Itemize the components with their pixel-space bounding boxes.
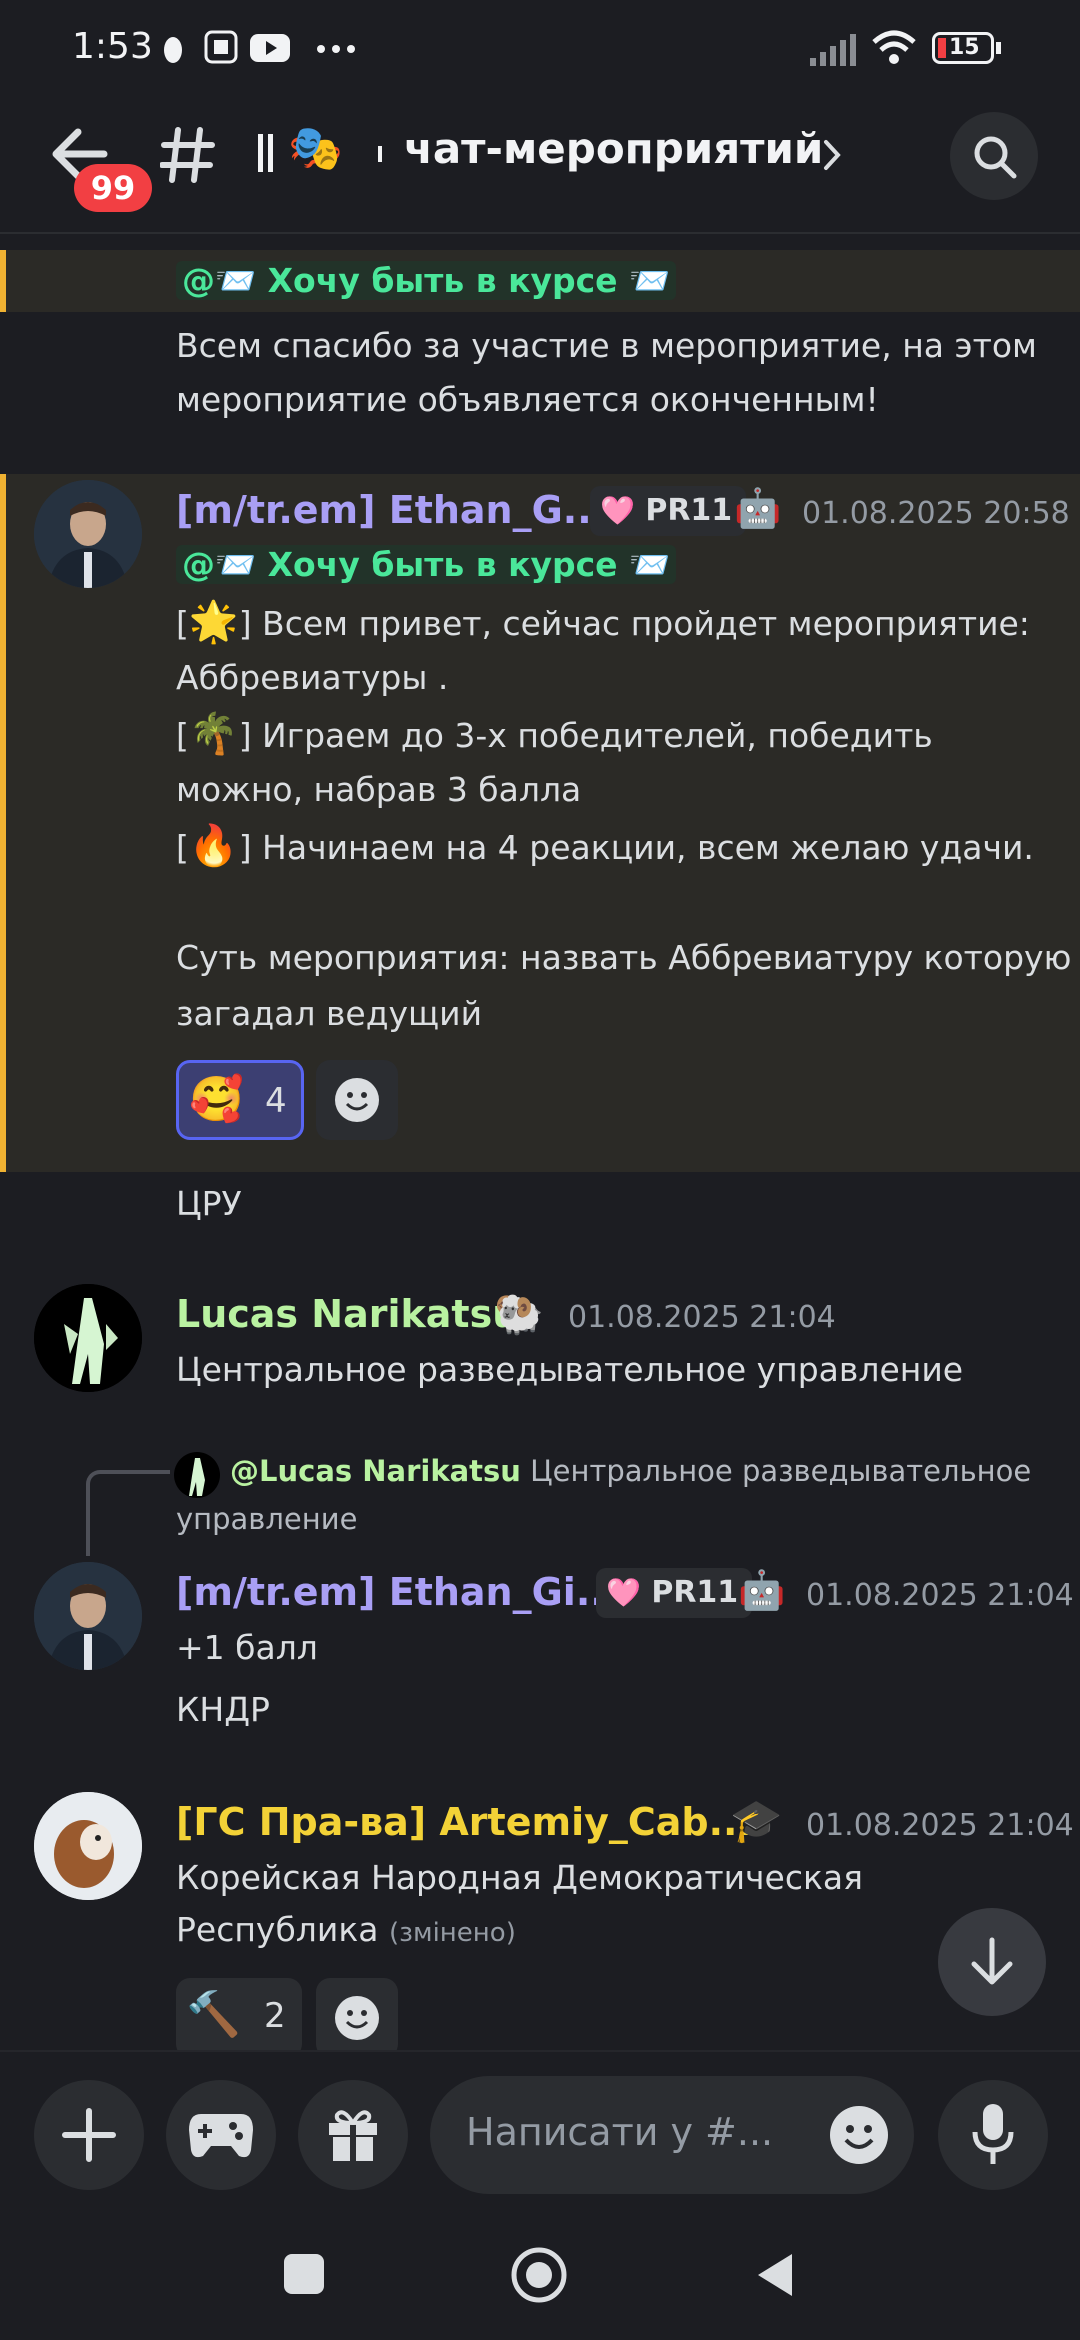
theater-masks-icon: 🎭 xyxy=(288,123,343,174)
message-input-placeholder: Написати у #... xyxy=(466,2110,774,2154)
wifi-icon xyxy=(872,30,916,64)
message-author[interactable]: [ГС Пра-ва] Artemiy_Cab... xyxy=(176,1800,752,1844)
voice-message-button[interactable] xyxy=(938,2080,1048,2190)
message-text-line: можно, набрав 3 балла xyxy=(176,770,582,809)
channel-name[interactable]: чат-мероприятий xyxy=(404,124,823,173)
reaction-emoji: 🔨 xyxy=(186,1989,241,2040)
avatar[interactable] xyxy=(34,1562,142,1670)
search-icon xyxy=(974,136,1017,179)
message-author[interactable]: [m/tr.em] Ethan_G... xyxy=(176,488,606,532)
avatar[interactable] xyxy=(34,480,142,588)
add-reaction-button[interactable] xyxy=(316,1978,398,2058)
hash-icon xyxy=(160,127,215,183)
palm-emoji: 🌴 xyxy=(188,711,239,757)
channel-prefix-bar xyxy=(258,134,263,172)
notification-icon xyxy=(164,37,182,63)
message-timestamp: 01.08.2025 21:04 xyxy=(806,1808,1074,1843)
gamepad-icon xyxy=(189,2114,253,2158)
avatar-image xyxy=(34,1792,142,1900)
avatar-image xyxy=(34,1284,142,1392)
message-text: Центральное разведывательное управление xyxy=(176,1350,964,1389)
message-timestamp: 01.08.2025 21:04 xyxy=(806,1578,1074,1613)
app-notification-icon xyxy=(204,30,238,64)
avatar[interactable] xyxy=(34,1792,142,1900)
role-tag: 🩷 PR11 xyxy=(590,486,747,536)
fire-emoji: 🔥 xyxy=(188,823,239,869)
mic-icon xyxy=(972,2104,1014,2164)
home-icon[interactable] xyxy=(510,2246,568,2304)
message-author[interactable]: Lucas Narikatsu xyxy=(176,1292,519,1336)
message-text: ЦРУ xyxy=(176,1184,242,1223)
badge-icon: 🤖 xyxy=(738,1568,786,1612)
reply-preview[interactable]: @Lucas Narikatsu Центральное разведывате… xyxy=(230,1454,1031,1488)
jump-to-present-button[interactable] xyxy=(938,1908,1046,2016)
avatar-image xyxy=(34,480,142,588)
chevron-right-icon[interactable] xyxy=(822,138,844,172)
edited-label: (змінено) xyxy=(389,1918,516,1948)
reply-text: управление xyxy=(176,1502,358,1536)
badge-icon: 🤖 xyxy=(734,486,782,530)
message-timestamp: 01.08.2025 20:58 xyxy=(802,496,1070,531)
message-text-line: загадал ведущий xyxy=(176,994,483,1033)
gift-icon xyxy=(329,2110,377,2161)
message-text-line: [🔥] Начинаем на 4 реакции, всем желаю уд… xyxy=(176,823,1034,869)
message-text-line: [🌟] Всем привет, сейчас пройдет мероприя… xyxy=(176,599,1030,645)
search-button[interactable] xyxy=(950,112,1038,200)
activities-button[interactable] xyxy=(166,2080,276,2190)
message-mention[interactable]: @📨 Хочу быть в курсе 📨 xyxy=(176,256,677,312)
recents-icon[interactable] xyxy=(284,2254,324,2294)
reaction-count: 2 xyxy=(264,1996,286,2036)
battery-icon: 15 xyxy=(932,32,994,64)
message-text-line: Республика (змінено) xyxy=(176,1910,516,1949)
reaction-emoji: 🥰 xyxy=(189,1074,244,1125)
message-text-line: Суть мероприятия: назвать Аббревиатуру к… xyxy=(176,938,1072,977)
badge-icon: 🐏 xyxy=(494,1291,544,1337)
message-text: +1 балл xyxy=(176,1628,318,1667)
reply-connector xyxy=(86,1470,170,1556)
reply-avatar xyxy=(174,1452,220,1498)
flame-icon: 🩷 xyxy=(606,1576,641,1609)
battery-level: 15 xyxy=(949,35,980,60)
plus-icon xyxy=(62,2108,116,2162)
signal-icon xyxy=(810,34,856,66)
reply-text: Центральное разведывательное xyxy=(530,1454,1032,1488)
message-text-line: Аббревиатуры . xyxy=(176,658,449,697)
avatar-image xyxy=(34,1562,142,1670)
youtube-icon xyxy=(250,34,290,62)
status-bar: 1:53 15 xyxy=(0,0,1080,100)
unread-badge: 99 xyxy=(74,164,152,212)
arrow-down-icon xyxy=(971,1937,1013,1985)
attach-button[interactable] xyxy=(34,2080,144,2190)
back-nav-icon[interactable] xyxy=(754,2252,796,2298)
add-reaction-icon xyxy=(335,1078,379,1122)
more-notifications-icon xyxy=(317,45,355,53)
reply-author: @Lucas Narikatsu xyxy=(230,1454,521,1488)
badge-icon: 🎓 xyxy=(730,1796,783,1845)
add-reaction-icon xyxy=(335,1996,379,2040)
reaction-count: 4 xyxy=(265,1081,287,1121)
message-text: КНДР xyxy=(176,1690,270,1729)
reaction-button[interactable]: 🥰 4 xyxy=(176,1060,304,1140)
flame-icon: 🩷 xyxy=(600,494,635,527)
message-text-line: Корейская Народная Демократическая xyxy=(176,1858,863,1897)
role-tag: 🩷 PR11 xyxy=(596,1568,753,1618)
message-text-line: [🌴] Играем до 3-х победителей, победить xyxy=(176,711,933,757)
emoji-icon[interactable] xyxy=(828,2104,890,2166)
message-text-line: Всем спасибо за участие в мероприятие, н… xyxy=(176,326,1037,365)
star-emoji: 🌟 xyxy=(188,599,239,645)
message-author[interactable]: [m/tr.em] Ethan_Gi... xyxy=(176,1570,619,1614)
add-reaction-button[interactable] xyxy=(316,1060,398,1140)
message-mention[interactable]: @📨 Хочу быть в курсе 📨 xyxy=(176,540,677,596)
message-timestamp: 01.08.2025 21:04 xyxy=(568,1300,836,1335)
avatar[interactable] xyxy=(34,1284,142,1392)
reaction-button[interactable]: 🔨 2 xyxy=(176,1978,302,2058)
message-text-line: мероприятие объявляется оконченным! xyxy=(176,380,879,419)
gift-button[interactable] xyxy=(298,2080,408,2190)
status-time: 1:53 xyxy=(72,26,153,67)
